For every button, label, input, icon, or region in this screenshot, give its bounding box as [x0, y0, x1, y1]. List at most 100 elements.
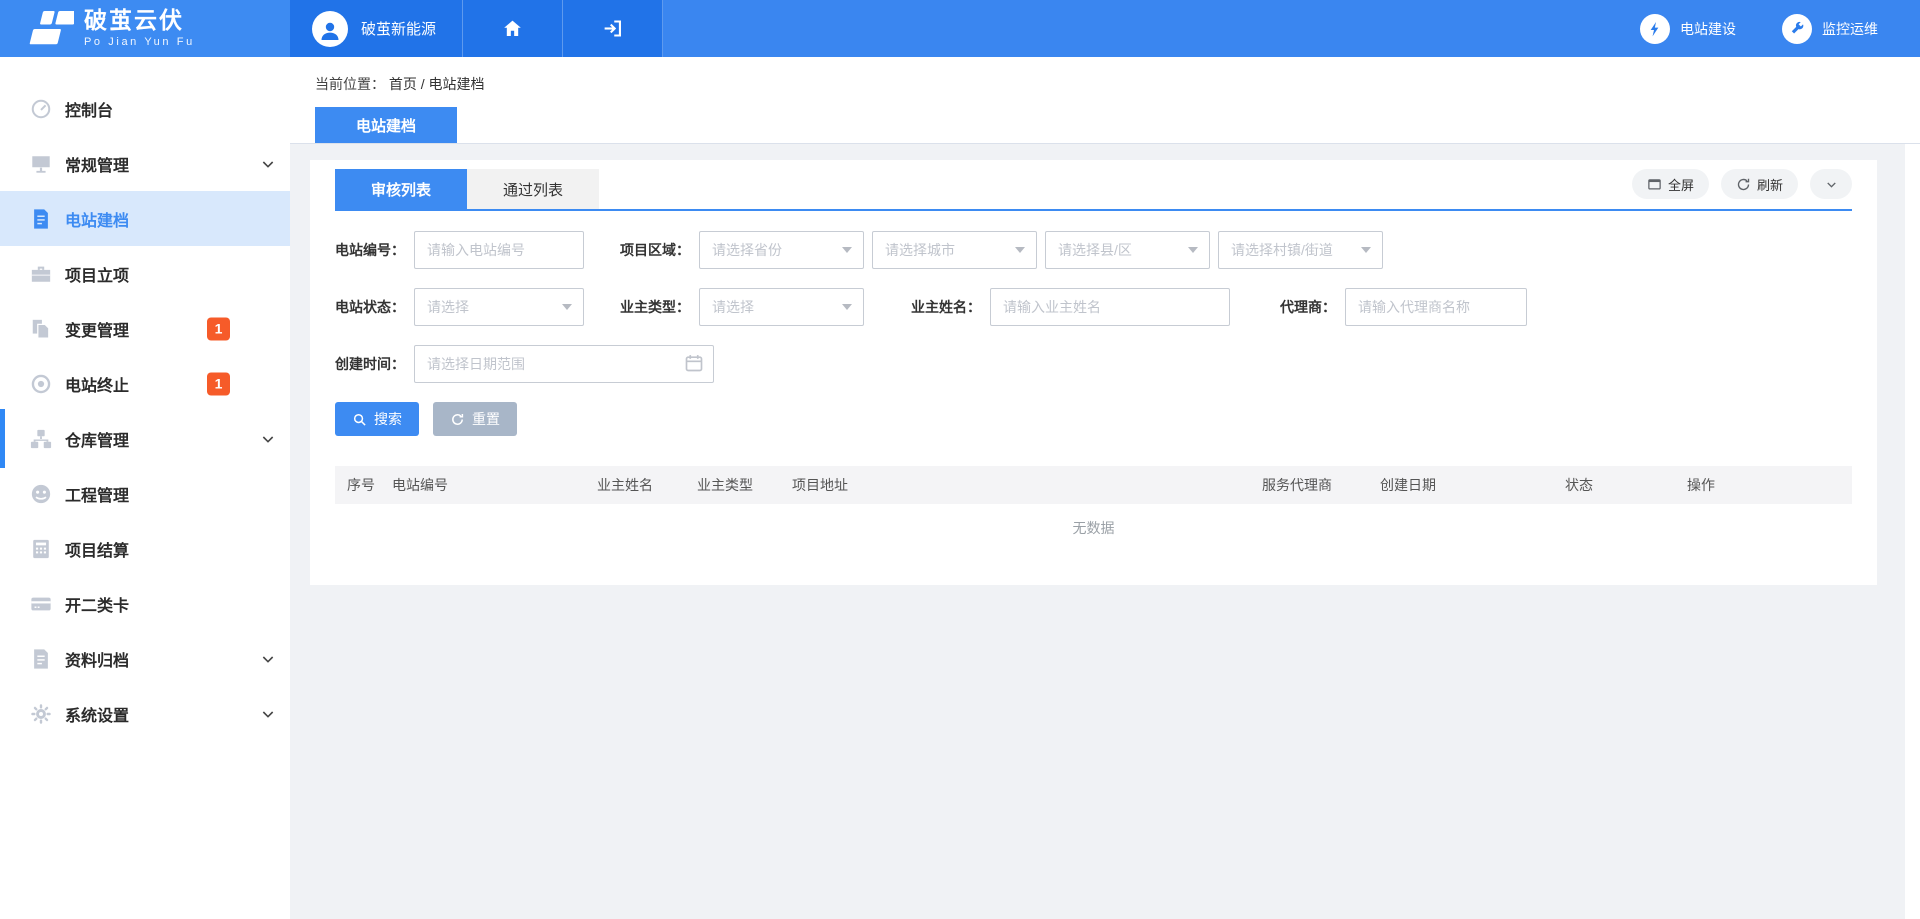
badge-count: 1: [207, 317, 230, 340]
sidebar-item-project-settlement[interactable]: 项目结算: [0, 521, 290, 576]
chevron-down-icon: [260, 706, 276, 722]
monitor-icon: [30, 153, 52, 175]
agent-input[interactable]: [1345, 288, 1527, 326]
date-range-input[interactable]: [414, 345, 714, 383]
sidebar-item-engineering-mgmt[interactable]: 工程管理: [0, 466, 290, 521]
breadcrumb-path[interactable]: 首页 / 电站建档: [389, 76, 485, 92]
sidebar-item-change-mgmt[interactable]: 变更管理 1: [0, 301, 290, 356]
empty-state-row: 无数据: [335, 504, 1852, 552]
column-header-actions: 操作: [1675, 466, 1852, 504]
status-label: 电站状态：: [335, 297, 405, 317]
tab-review-list[interactable]: 审核列表: [335, 169, 467, 209]
archive-document-icon: [30, 648, 52, 670]
top-navbar: 破茧新能源 电站建设: [290, 0, 1920, 57]
gear-icon: [30, 703, 52, 725]
station-archive-panel: 审核列表 通过列表 全屏 刷新: [310, 160, 1877, 585]
avatar: [312, 11, 348, 47]
sidebar-item-data-archive[interactable]: 资料归档: [0, 631, 290, 686]
sidebar-item-station-termination[interactable]: 电站终止 1: [0, 356, 290, 411]
column-header-owner-type: 业主类型: [685, 466, 780, 504]
province-select[interactable]: 请选择省份: [699, 231, 864, 269]
module-station-build[interactable]: 电站建设: [1640, 14, 1736, 44]
copy-icon: [30, 318, 52, 340]
sidebar-item-station-archive[interactable]: 电站建档: [0, 191, 290, 246]
badge-count: 1: [207, 372, 230, 395]
reset-button[interactable]: 重置: [433, 402, 517, 436]
brand-subtitle: Po Jian Yun Fu: [84, 36, 195, 48]
fullscreen-icon: [1647, 177, 1662, 192]
town-select[interactable]: 请选择村镇/街道: [1218, 231, 1383, 269]
column-header-service-agent: 服务代理商: [1250, 466, 1368, 504]
home-button[interactable]: [463, 0, 563, 57]
refresh-icon: [1736, 177, 1751, 192]
sidebar-item-project-initiation[interactable]: 项目立项: [0, 246, 290, 301]
logout-icon: [602, 18, 623, 39]
user-menu[interactable]: 破茧新能源: [290, 0, 463, 57]
region-label: 项目区域：: [620, 240, 690, 260]
agent-label: 代理商：: [1280, 297, 1336, 317]
chevron-down-icon: [260, 156, 276, 172]
sidebar-item-dashboard[interactable]: 控制台: [0, 81, 290, 136]
brand-name: 破茧云伏: [84, 9, 195, 32]
chevron-down-icon: [260, 431, 276, 447]
station-no-input[interactable]: [414, 231, 584, 269]
table-header-row: 序号 电站编号 业主姓名 业主类型 项目地址 服务代理商 创建日期 状态 操作: [335, 466, 1852, 504]
status-select[interactable]: 请选择: [414, 288, 584, 326]
user-icon: [318, 19, 342, 43]
county-select[interactable]: 请选择县/区: [1045, 231, 1210, 269]
calendar-icon: [684, 353, 704, 373]
sidebar-item-open-type2-card[interactable]: 开二类卡: [0, 576, 290, 631]
gauge-icon: [30, 98, 52, 120]
sidebar-item-warehouse-mgmt[interactable]: 仓库管理: [0, 411, 290, 466]
logout-button[interactable]: [563, 0, 663, 57]
caret-down-icon: [1361, 247, 1371, 253]
empty-state-text: 无数据: [335, 504, 1852, 552]
breadcrumb: 当前位置： 首页 / 电站建档: [315, 74, 1920, 94]
owner-name-input[interactable]: [990, 288, 1230, 326]
caret-down-icon: [562, 304, 572, 310]
chevron-down-icon: [1824, 177, 1839, 192]
lightning-bolt-icon: [1640, 14, 1670, 44]
city-select[interactable]: 请选择城市: [872, 231, 1037, 269]
caret-down-icon: [1188, 247, 1198, 253]
list-tabs: 审核列表 通过列表: [335, 169, 599, 209]
column-header-station-no: 电站编号: [380, 466, 585, 504]
owner-type-label: 业主类型：: [620, 297, 690, 317]
sidebar: 控制台 常规管理 电站建档: [0, 57, 290, 919]
station-no-label: 电站编号：: [335, 240, 405, 260]
module-label: 电站建设: [1680, 19, 1736, 39]
module-monitor-ops[interactable]: 监控运维: [1782, 14, 1878, 44]
home-icon: [502, 18, 523, 39]
sidebar-item-general-mgmt[interactable]: 常规管理: [0, 136, 290, 191]
tab-passed-list[interactable]: 通过列表: [467, 169, 599, 209]
logo-mark-icon: [20, 9, 74, 49]
refresh-button[interactable]: 刷新: [1721, 169, 1798, 199]
fullscreen-button[interactable]: 全屏: [1632, 169, 1709, 199]
column-header-owner-name: 业主姓名: [585, 466, 685, 504]
credit-card-icon: [30, 593, 52, 615]
caret-down-icon: [842, 247, 852, 253]
column-header-project-address: 项目地址: [780, 466, 1250, 504]
document-icon: [30, 208, 52, 230]
chevron-down-icon: [260, 651, 276, 667]
app-header: 破茧云伏 Po Jian Yun Fu 破茧新能源: [0, 0, 1920, 57]
column-header-created-date: 创建日期: [1368, 466, 1553, 504]
owner-type-select[interactable]: 请选择: [699, 288, 864, 326]
search-button[interactable]: 搜索: [335, 402, 419, 436]
brand-logo[interactable]: 破茧云伏 Po Jian Yun Fu: [0, 0, 290, 57]
target-icon: [30, 373, 52, 395]
breadcrumb-label: 当前位置：: [315, 76, 385, 92]
page-tab-station-archive[interactable]: 电站建档: [315, 107, 457, 143]
records-table: 序号 电站编号 业主姓名 业主类型 项目地址 服务代理商 创建日期 状态 操作: [335, 466, 1852, 552]
caret-down-icon: [842, 304, 852, 310]
collapse-button[interactable]: [1810, 169, 1852, 199]
filter-form: 电站编号： 项目区域： 请选择省份 请选择城市 请选择县/区: [335, 211, 1852, 436]
reset-icon: [450, 412, 465, 427]
calculator-icon: [30, 538, 52, 560]
column-header-status: 状态: [1553, 466, 1675, 504]
pie-chart-icon: [30, 483, 52, 505]
sidebar-item-system-settings[interactable]: 系统设置: [0, 686, 290, 741]
search-icon: [352, 412, 367, 427]
caret-down-icon: [1015, 247, 1025, 253]
briefcase-icon: [30, 263, 52, 285]
